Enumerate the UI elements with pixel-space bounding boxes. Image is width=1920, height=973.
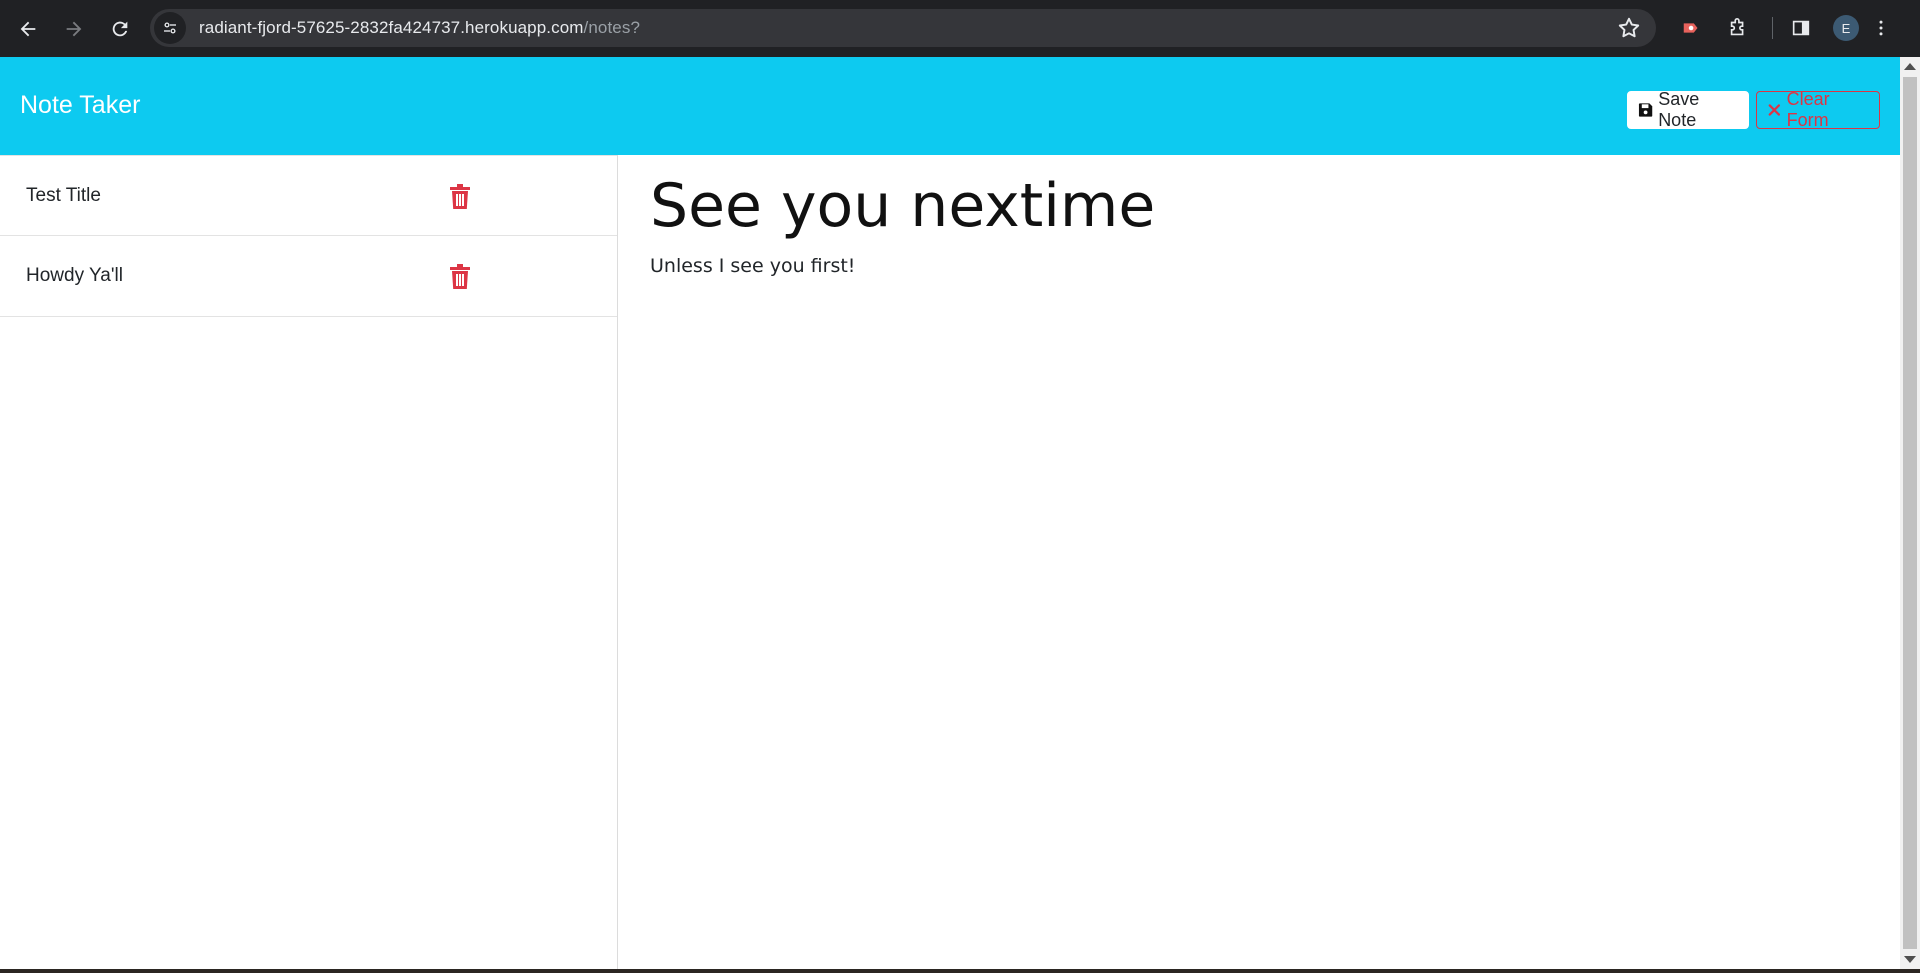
- note-text-field[interactable]: Unless I see you first!: [650, 255, 855, 277]
- note-list: Test Title Howdy Ya'll: [0, 155, 617, 317]
- site-info-button[interactable]: [154, 12, 186, 44]
- scroll-thumb[interactable]: [1903, 77, 1917, 949]
- close-icon: [1768, 104, 1780, 116]
- page-scrollbar[interactable]: [1900, 57, 1920, 969]
- url-path: /notes?: [583, 18, 641, 37]
- reload-button[interactable]: [98, 7, 142, 51]
- app-brand[interactable]: Note Taker: [20, 91, 140, 120]
- list-item[interactable]: Test Title: [0, 155, 617, 236]
- url-host: radiant-fjord-57625-2832fa424737.herokua…: [199, 18, 584, 37]
- clear-form-label: Clear Form: [1786, 89, 1830, 130]
- more-menu-icon[interactable]: [1871, 9, 1891, 47]
- notes-sidebar: Test Title Howdy Ya'll: [0, 155, 618, 969]
- note-list-title: Howdy Ya'll: [26, 265, 123, 286]
- bookmark-star-icon[interactable]: [1616, 15, 1642, 41]
- save-note-button[interactable]: Save Note: [1627, 89, 1749, 130]
- back-button[interactable]: [6, 7, 50, 51]
- trash-icon[interactable]: [449, 264, 471, 290]
- arrow-right-icon: [66, 21, 82, 36]
- side-panel-icon[interactable]: [1781, 9, 1821, 47]
- url-text: radiant-fjord-57625-2832fa424737.herokua…: [199, 18, 640, 38]
- floppy-disk-icon: [1638, 103, 1653, 117]
- browser-toolbar: radiant-fjord-57625-2832fa424737.herokua…: [0, 0, 1920, 57]
- extension-record-icon[interactable]: [1672, 9, 1712, 47]
- toolbar-divider: [1772, 17, 1773, 39]
- scroll-up-icon[interactable]: [1904, 63, 1916, 70]
- tune-icon: [164, 22, 176, 34]
- list-item[interactable]: Howdy Ya'll: [0, 236, 617, 317]
- save-note-label: Save Note: [1658, 89, 1700, 130]
- scroll-down-icon[interactable]: [1904, 956, 1916, 963]
- forward-button[interactable]: [52, 7, 96, 51]
- page-viewport: Note Taker Save Note Clear Form Test Tit…: [0, 57, 1920, 969]
- toolbar-actions: E: [1672, 9, 1891, 47]
- address-bar[interactable]: radiant-fjord-57625-2832fa424737.herokua…: [150, 9, 1656, 47]
- trash-icon[interactable]: [449, 184, 471, 210]
- arrow-left-icon: [20, 21, 36, 36]
- app-navbar: Note Taker Save Note Clear Form: [0, 57, 1900, 155]
- reload-icon: [112, 21, 128, 36]
- note-editor: See you nextime Unless I see you first!: [618, 155, 1900, 969]
- extensions-puzzle-icon[interactable]: [1718, 9, 1758, 47]
- note-title-field[interactable]: See you nextime: [650, 171, 1155, 241]
- profile-avatar[interactable]: E: [1833, 15, 1859, 41]
- taskbar-edge: [0, 969, 1920, 973]
- clear-form-button[interactable]: Clear Form: [1756, 89, 1880, 130]
- note-list-title: Test Title: [26, 184, 101, 206]
